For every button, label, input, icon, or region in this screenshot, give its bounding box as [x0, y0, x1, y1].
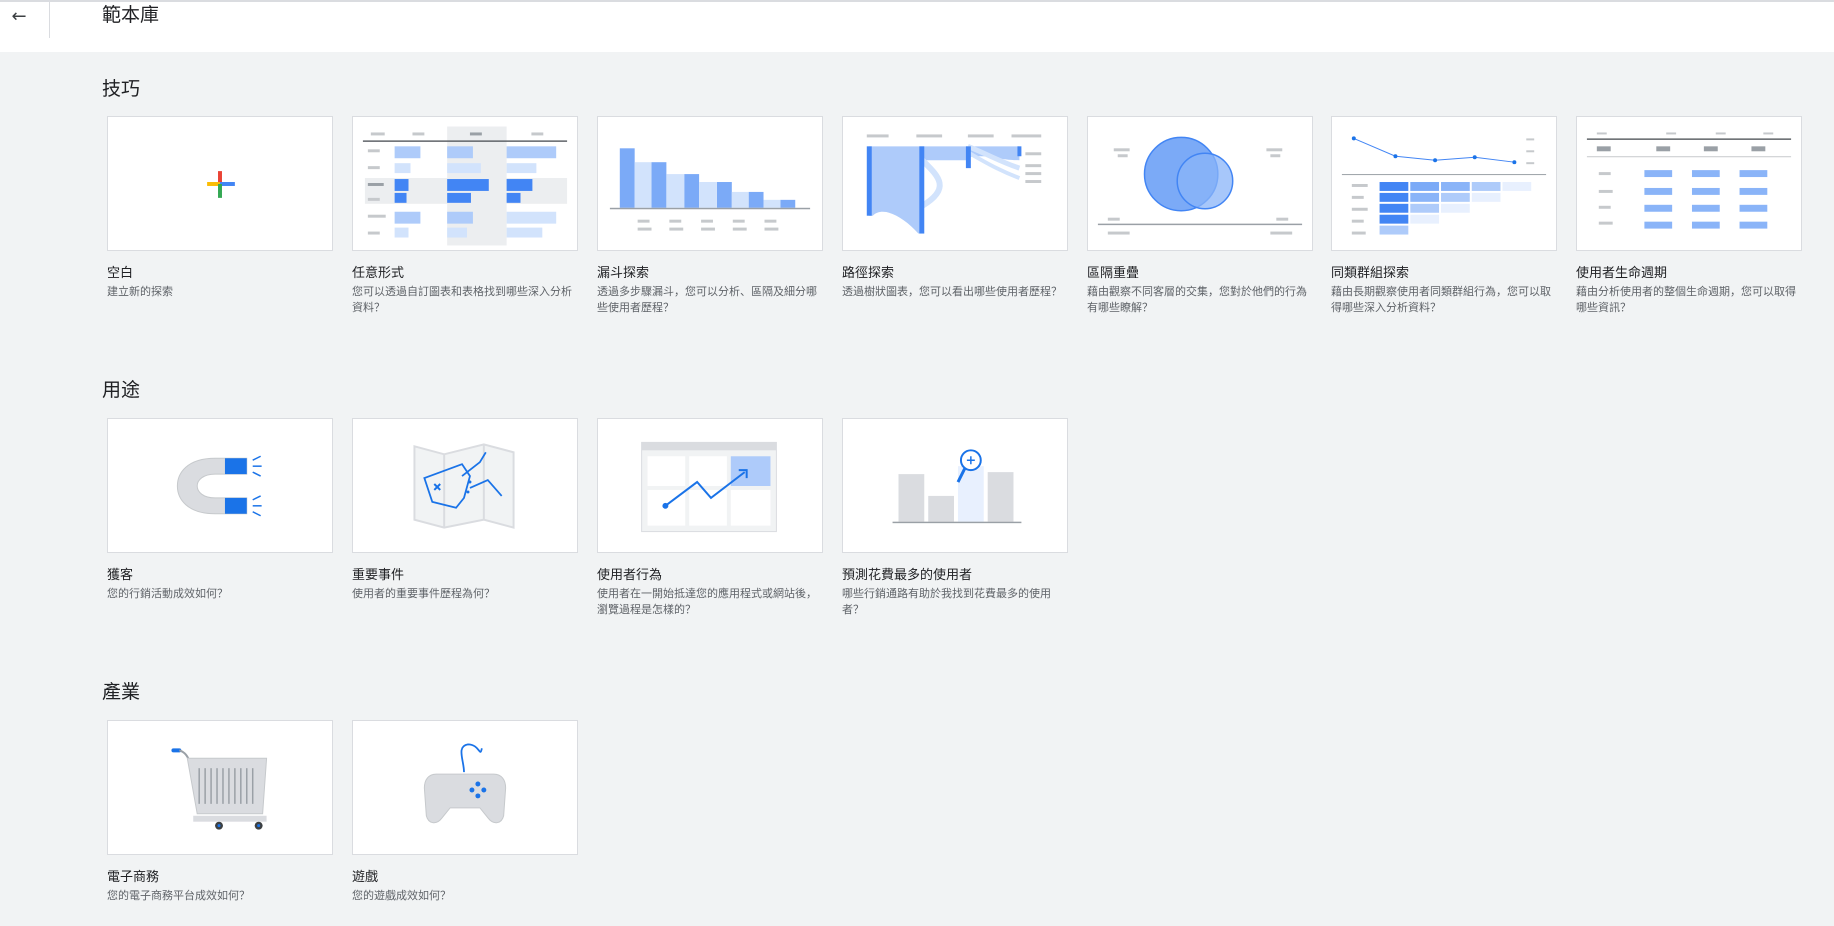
cohort-icon[interactable] [1331, 116, 1557, 251]
template-card-blank[interactable]: 空白 建立新的探索 [107, 116, 333, 300]
trend-icon[interactable] [597, 418, 823, 553]
page-title: 範本庫 [102, 4, 160, 26]
plus-icon[interactable] [107, 116, 333, 251]
card-description: 藉由長期觀察使用者同類群組行為，您可以取得哪些深入分析資料？ [1331, 285, 1551, 314]
card-title: 漏斗探索 [597, 266, 650, 281]
card-description: 您可以透過自訂圖表和表格找到哪些深入分析資料？ [352, 285, 572, 314]
card-title: 使用者行為 [597, 568, 663, 583]
template-card-funnel[interactable]: 漏斗探索 透過多步驟漏斗，您可以分析、區隔及細分哪些使用者歷程？ [597, 116, 823, 316]
gamepad-icon[interactable] [352, 720, 578, 855]
card-title: 遊戲 [352, 870, 379, 885]
cart-icon[interactable] [107, 720, 333, 855]
template-card-top-spenders[interactable]: 預測花費最多的使用者 哪些行銷通路有助於我找到花費最多的使用者？ [842, 418, 1068, 618]
path-icon[interactable] [842, 116, 1068, 251]
card-title: 路徑探索 [842, 266, 895, 281]
template-card-path[interactable]: 路徑探索 透過樹狀圖表，您可以看出哪些使用者歷程？ [842, 116, 1068, 300]
card-title: 使用者生命週期 [1576, 266, 1668, 281]
template-card-ecommerce[interactable]: 電子商務 您的電子商務平台成效如何？ [107, 720, 333, 904]
topbar-divider [49, 2, 50, 38]
card-description: 藉由觀察不同客層的交集，您對於他們的行為有哪些瞭解？ [1087, 285, 1307, 314]
card-description: 藉由分析使用者的整個生命週期，您可以取得哪些資訊？ [1576, 285, 1796, 314]
venn-icon[interactable] [1087, 116, 1313, 251]
card-title: 電子商務 [107, 870, 160, 885]
card-description: 您的遊戲成效如何？ [352, 889, 451, 902]
card-title: 任意形式 [352, 266, 405, 281]
template-card-key-events[interactable]: 重要事件 使用者的重要事件歷程為何？ [352, 418, 578, 602]
template-card-user-behavior[interactable]: 使用者行為 使用者在一開始抵達您的應用程式或網站後，瀏覽過程是怎樣的？ [597, 418, 823, 618]
card-title: 區隔重疊 [1087, 266, 1140, 281]
section-title-techniques: 技巧 [102, 78, 141, 100]
card-description: 您的電子商務平台成效如何？ [107, 889, 250, 902]
card-description: 使用者在一開始抵達您的應用程式或網站後，瀏覽過程是怎樣的？ [597, 587, 817, 616]
template-card-free-form[interactable]: 任意形式 您可以透過自訂圖表和表格找到哪些深入分析資料？ [352, 116, 578, 316]
card-title: 同類群組探索 [1331, 266, 1410, 281]
magnet-icon[interactable] [107, 418, 333, 553]
card-description: 使用者的重要事件歷程為何？ [352, 587, 495, 600]
template-card-lifetime[interactable]: 使用者生命週期 藉由分析使用者的整個生命週期，您可以取得哪些資訊？ [1576, 116, 1802, 316]
top-bar: ← 範本庫 [0, 0, 1834, 52]
map-icon[interactable] [352, 418, 578, 553]
card-description: 透過多步驟漏斗，您可以分析、區隔及細分哪些使用者歷程？ [597, 285, 817, 314]
funnel-icon[interactable] [597, 116, 823, 251]
template-card-cohort[interactable]: 同類群組探索 藉由長期觀察使用者同類群組行為，您可以取得哪些深入分析資料？ [1331, 116, 1557, 316]
card-description: 透過樹狀圖表，您可以看出哪些使用者歷程？ [842, 285, 1062, 298]
card-title: 重要事件 [352, 568, 405, 583]
table-icon[interactable] [352, 116, 578, 251]
card-description: 建立新的探索 [107, 285, 173, 298]
lifetime-icon[interactable] [1576, 116, 1802, 251]
section-title-use-cases: 用途 [102, 379, 141, 401]
template-card-gaming[interactable]: 遊戲 您的遊戲成效如何？ [352, 720, 578, 904]
card-description: 您的行銷活動成效如何？ [107, 587, 228, 600]
back-arrow-icon[interactable]: ← [4, 2, 34, 30]
card-description: 哪些行銷通路有助於我找到花費最多的使用者？ [842, 587, 1051, 616]
section-title-industries: 產業 [102, 681, 141, 703]
template-card-acquisition[interactable]: 獲客 您的行銷活動成效如何？ [107, 418, 333, 602]
magnifier-bars-icon[interactable] [842, 418, 1068, 553]
card-title: 預測花費最多的使用者 [842, 568, 973, 583]
card-title: 獲客 [107, 568, 134, 583]
template-card-segment-overlap[interactable]: 區隔重疊 藉由觀察不同客層的交集，您對於他們的行為有哪些瞭解？ [1087, 116, 1313, 316]
card-title: 空白 [107, 266, 134, 281]
